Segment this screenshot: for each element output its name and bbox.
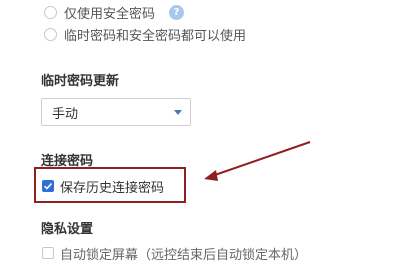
annotation-arrow-icon [204,141,311,181]
